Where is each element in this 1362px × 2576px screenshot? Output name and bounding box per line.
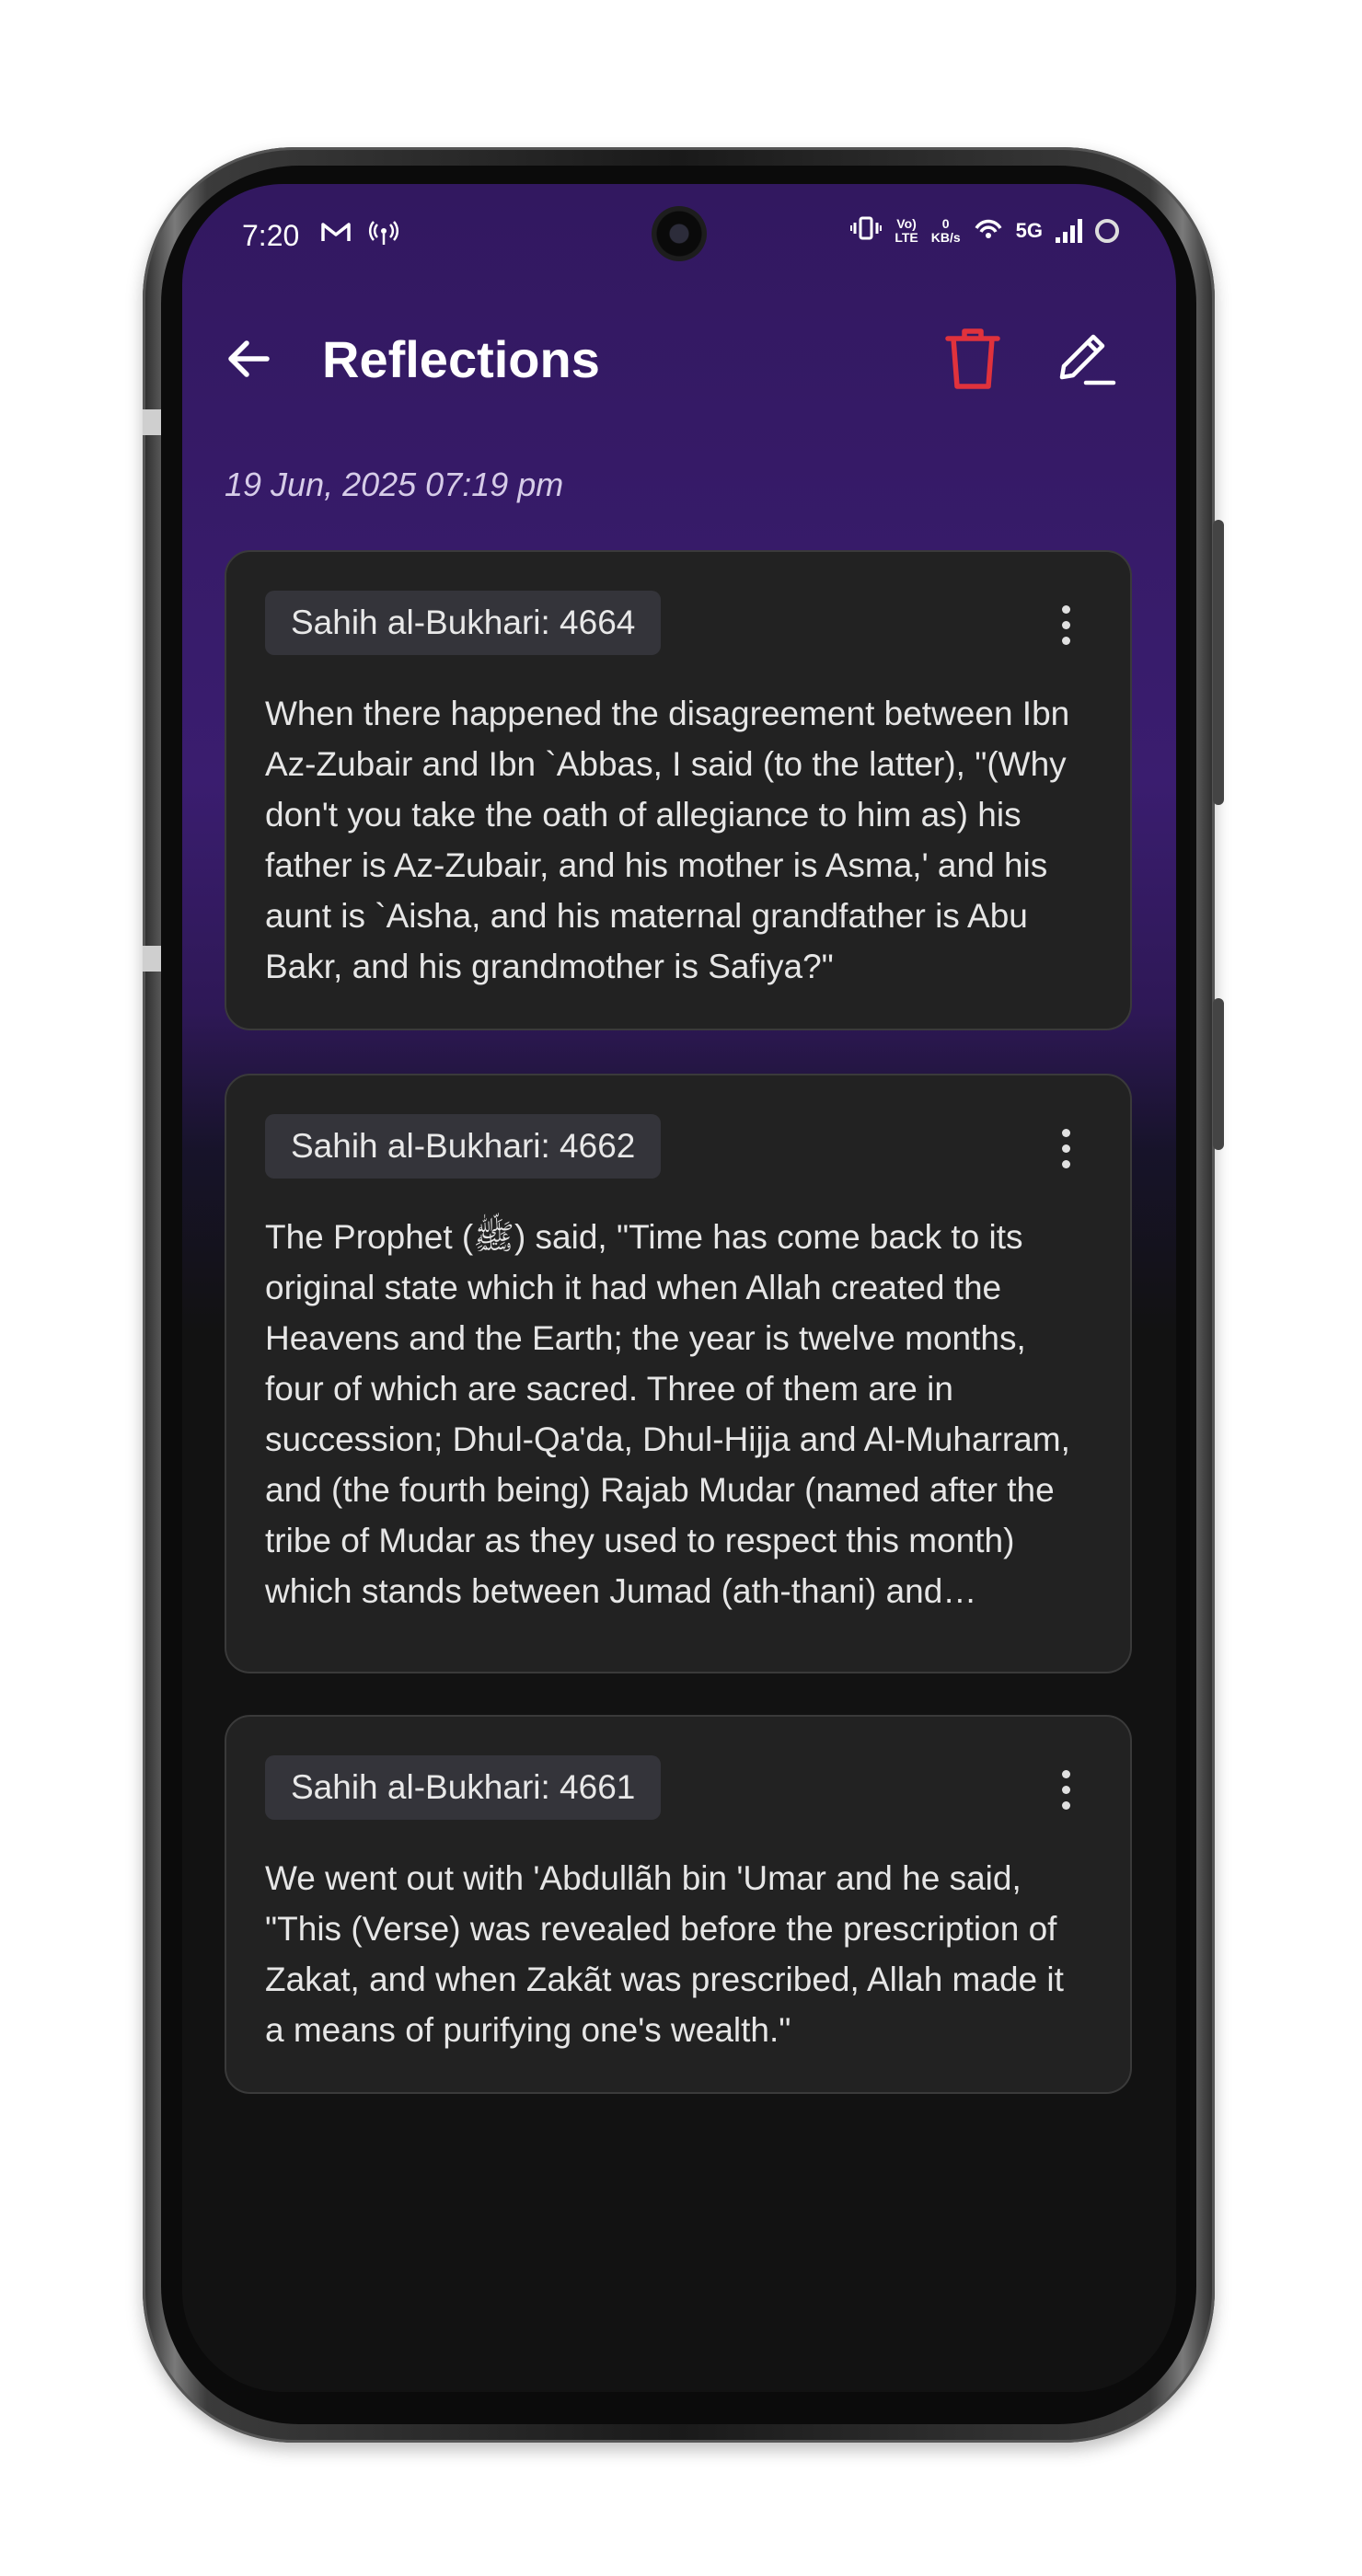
app-screen: 7:20 Vo) LTE 0 KB/s 5G Reflections 19 Ju… [182,184,1176,2392]
hadith-reference-chip[interactable]: Sahih al-Bukhari: 4661 [265,1755,662,1820]
volume-button [1213,998,1224,1150]
status-right-icons: Vo) LTE 0 KB/s 5G [850,215,1119,247]
hadith-text: When there happened the disagreement bet… [265,695,1070,985]
speed-value: 0 [941,216,950,231]
hadith-reference-chip[interactable]: Sahih al-Bukhari: 4662 [265,1114,662,1179]
back-button[interactable] [221,331,276,386]
hadith-text: The Prophet (ﷺ) said, "Time has come bac… [265,1218,1070,1610]
volte-line1: Vo) [896,216,917,231]
edit-button[interactable] [1053,326,1117,392]
more-options-icon[interactable] [1055,1770,1077,1816]
battery-icon [1095,219,1119,243]
more-options-icon[interactable] [1055,605,1077,651]
trash-icon [945,328,1000,389]
network-speed-icon: 0 KB/s [931,217,961,245]
frame-reflection [143,409,163,435]
app-bar: Reflections [182,313,1176,405]
arrow-left-icon [228,340,270,377]
volte-icon: Vo) LTE [895,217,918,245]
pencil-icon [1059,334,1116,385]
speed-unit: KB/s [930,230,961,245]
signal-icon [1056,219,1082,243]
front-camera [652,206,707,261]
reflection-date: 19 Jun, 2025 07:19 pm [225,466,564,503]
hotspot-icon [368,219,399,253]
reflection-card[interactable]: Sahih al-Bukhari: 4664 When there happen… [225,550,1132,1030]
gmail-icon [320,219,352,253]
volte-line2: LTE [895,230,918,245]
status-left-icons [320,219,399,253]
status-time: 7:20 [242,219,300,252]
more-options-icon[interactable] [1055,1129,1077,1175]
reflection-card[interactable]: Sahih al-Bukhari: 4662 The Prophet (ﷺ) s… [225,1074,1132,1673]
hadith-text: We went out with 'Abdullãh bin 'Umar and… [265,1859,1064,2049]
frame-reflection [143,946,163,972]
reflection-card[interactable]: Sahih al-Bukhari: 4661 We went out with … [225,1715,1132,2094]
page-title: Reflections [322,330,600,388]
power-button [1213,520,1224,805]
wifi-icon [974,215,1003,247]
vibrate-icon [850,215,883,247]
5g-icon: 5G [1015,219,1043,242]
delete-button[interactable] [941,324,1005,394]
hadith-reference-chip[interactable]: Sahih al-Bukhari: 4664 [265,591,662,655]
status-bar: 7:20 Vo) LTE 0 KB/s 5G [182,184,1176,290]
